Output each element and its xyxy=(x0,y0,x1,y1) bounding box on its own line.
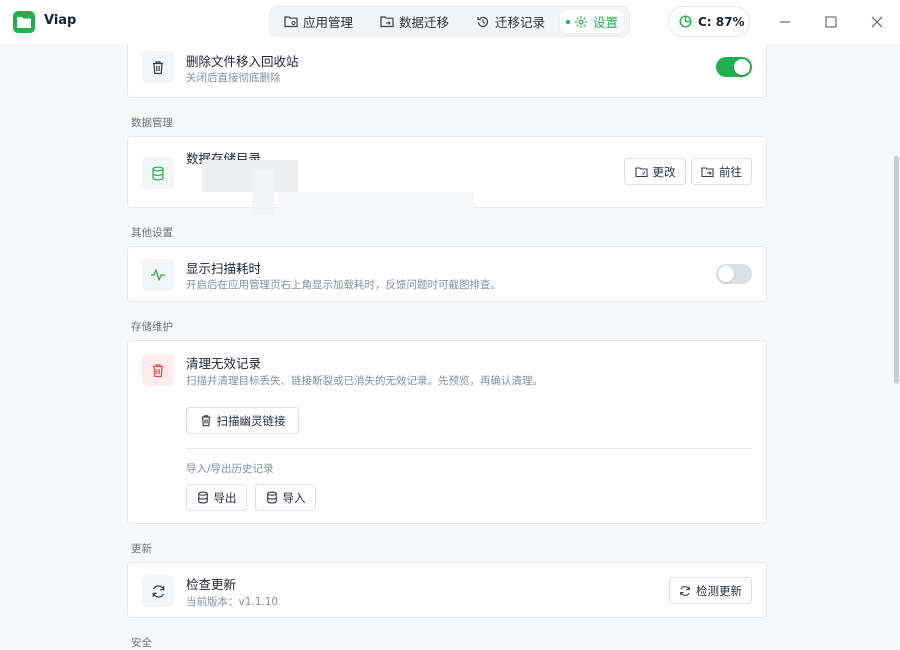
tab-label: 应用管理 xyxy=(303,15,354,30)
scan-time-card: 显示扫描耗时 开启后在应用管理页右上角显示加载耗时，反馈问题时可截图排查。 xyxy=(127,246,767,302)
storage-dir-card: 数据存储目录 更改 前往 xyxy=(127,136,767,215)
update-card: 检查更新 当前版本：v1.1.10 检测更新 xyxy=(127,562,767,618)
tab-label: 迁移记录 xyxy=(495,15,546,30)
maximize-button[interactable] xyxy=(820,11,842,33)
history-label: 导入/导出历史记录 xyxy=(186,463,274,475)
activity-icon xyxy=(142,259,174,291)
database-icon xyxy=(266,491,277,504)
refresh-icon xyxy=(680,585,690,596)
tab-migration-history[interactable]: 迁移记录 xyxy=(470,10,551,33)
tab-label: 数据迁移 xyxy=(399,15,450,30)
change-dir-button[interactable]: 更改 xyxy=(624,158,686,185)
database-icon xyxy=(197,491,208,504)
recycle-toggle[interactable] xyxy=(716,57,752,77)
minimize-button[interactable] xyxy=(774,11,796,33)
app-logo-icon xyxy=(13,11,35,33)
main-nav: 应用管理 数据迁移 迁移记录 设置 xyxy=(269,6,630,37)
title-bar: Viap 应用管理 数据迁移 迁移记录 设置 C: 87% xyxy=(0,0,900,44)
tab-app-management[interactable]: 应用管理 xyxy=(278,10,359,33)
tab-label: 设置 xyxy=(593,15,619,30)
close-icon xyxy=(871,16,883,28)
goto-dir-button[interactable]: 前往 xyxy=(691,158,752,185)
settings-content[interactable]: 删除文件移入回收站 关闭后直接彻底删除 数据管理 数据存储目录 更改 前往 其他… xyxy=(0,44,900,650)
trash-icon xyxy=(201,415,210,427)
current-version: 当前版本：v1.1.10 xyxy=(186,596,279,608)
cleanup-desc: 扫描并清理目标丢失、链接断裂或已消失的无效记录。先预览，再确认清理。 xyxy=(186,375,543,387)
database-icon xyxy=(142,157,174,189)
section-label-security: 安全 xyxy=(131,637,152,649)
cleanup-card: 清理无效记录 扫描并清理目标丢失、链接断裂或已消失的无效记录。先预览，再确认清理… xyxy=(127,340,767,524)
trash-icon xyxy=(142,354,174,386)
scrollbar-thumb[interactable] xyxy=(894,156,899,384)
section-label-data: 数据管理 xyxy=(131,117,173,129)
gear-icon xyxy=(575,15,587,28)
redacted-path-fragment xyxy=(278,192,474,214)
button-label: 导入 xyxy=(282,490,306,505)
button-label: 更改 xyxy=(652,164,676,179)
cleanup-title: 清理无效记录 xyxy=(186,356,262,371)
folder-edit-icon xyxy=(634,166,648,177)
scan-ghost-links-button[interactable]: 扫描幽灵链接 xyxy=(186,407,299,434)
redacted-path-fragment xyxy=(252,169,274,215)
close-button[interactable] xyxy=(866,11,888,33)
folder-gear-icon xyxy=(284,16,298,28)
folder-open-icon xyxy=(701,166,714,177)
recycle-title: 删除文件移入回收站 xyxy=(186,54,299,69)
tab-settings[interactable]: 设置 xyxy=(560,10,625,33)
button-label: 前往 xyxy=(719,164,742,179)
button-label: 扫描幽灵链接 xyxy=(216,413,286,428)
redacted-path xyxy=(202,160,298,192)
section-label-update: 更新 xyxy=(131,543,152,555)
toggle-knob xyxy=(734,59,750,75)
recycle-bin-card: 删除文件移入回收站 关闭后直接彻底删除 xyxy=(127,44,767,98)
section-label-other: 其他设置 xyxy=(131,227,173,239)
maximize-icon xyxy=(825,16,837,28)
recycle-desc: 关闭后直接彻底删除 xyxy=(186,72,281,84)
divider xyxy=(186,448,752,449)
export-button[interactable]: 导出 xyxy=(186,484,247,511)
toggle-knob xyxy=(718,266,734,282)
app-name: Viap xyxy=(44,13,77,28)
active-dot xyxy=(566,19,570,24)
button-label: 检测更新 xyxy=(696,583,742,598)
scan-time-title: 显示扫描耗时 xyxy=(186,261,262,276)
storage-indicator[interactable]: C: 87% xyxy=(668,6,750,37)
minimize-icon xyxy=(780,21,790,23)
storage-label: C: 87% xyxy=(698,14,745,29)
tab-data-migration[interactable]: 数据迁移 xyxy=(374,10,455,33)
scan-time-toggle[interactable] xyxy=(716,264,752,284)
folder-transfer-icon xyxy=(380,16,394,28)
button-label: 导出 xyxy=(213,490,237,505)
import-button[interactable]: 导入 xyxy=(255,484,316,511)
refresh-icon xyxy=(142,575,174,607)
scan-time-desc: 开启后在应用管理页右上角显示加载耗时，反馈问题时可截图排查。 xyxy=(186,279,501,291)
history-icon xyxy=(477,16,489,27)
section-label-maintenance: 存储维护 xyxy=(131,321,173,333)
check-update-button[interactable]: 检测更新 xyxy=(669,577,752,604)
update-title: 检查更新 xyxy=(186,577,237,592)
trash-icon xyxy=(142,51,174,83)
pie-chart-icon xyxy=(679,15,692,28)
